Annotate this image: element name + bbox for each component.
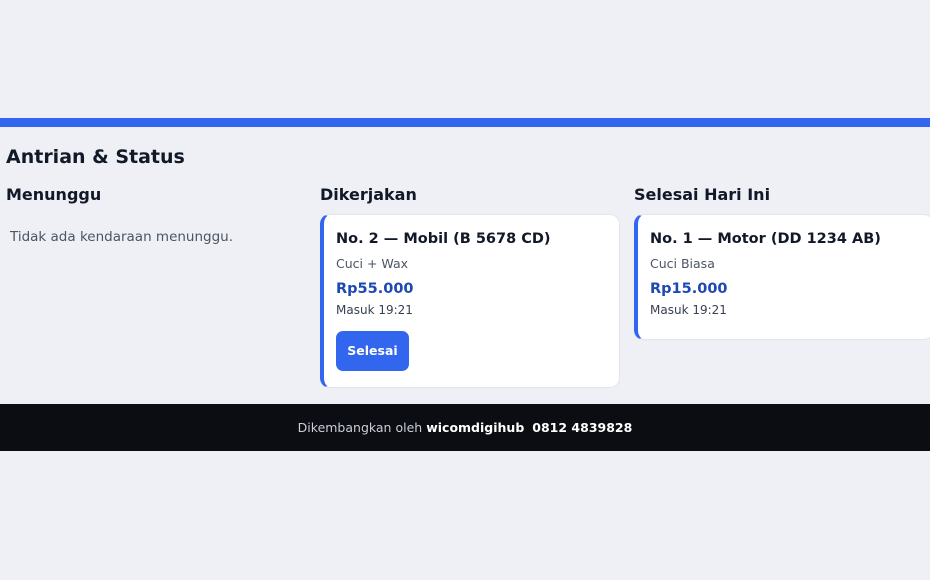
column-title-working: Dikerjakan	[320, 185, 417, 204]
column-done: Selesai Hari Ini No. 1 — Motor (DD 1234 …	[634, 184, 930, 340]
page: Antrian & Status Menunggu Tidak ada kend…	[0, 0, 930, 580]
card-price: Rp15.000	[650, 281, 728, 297]
footer-brand: wicomdigihub	[426, 420, 525, 435]
card-time: Masuk 19:21	[336, 303, 413, 317]
queue-card: No. 2 — Mobil (B 5678 CD) Cuci + Wax Rp5…	[320, 214, 620, 388]
card-service: Cuci Biasa	[650, 256, 715, 271]
footer: Dikembangkan oleh wicomdigihub 0812 4839…	[0, 404, 930, 451]
card-time: Masuk 19:21	[650, 303, 727, 317]
card-service: Cuci + Wax	[336, 256, 409, 271]
column-title-done: Selesai Hari Ini	[634, 185, 771, 204]
queue-card: No. 1 — Motor (DD 1234 AB) Cuci Biasa Rp…	[634, 214, 930, 340]
card-price: Rp55.000	[336, 281, 414, 297]
empty-queue-message: Tidak ada kendaraan menunggu.	[10, 229, 234, 245]
footer-phone: 0812 4839828	[532, 420, 633, 435]
column-waiting: Menunggu Tidak ada kendaraan menunggu.	[6, 184, 306, 245]
column-working: Dikerjakan No. 2 — Mobil (B 5678 CD) Cuc…	[320, 184, 620, 388]
column-title-waiting: Menunggu	[6, 185, 102, 204]
footer-prefix: Dikembangkan oleh	[297, 420, 423, 435]
card-title: No. 1 — Motor (DD 1234 AB)	[650, 231, 881, 247]
section-title: Antrian & Status	[6, 146, 185, 168]
accent-bar	[0, 118, 930, 127]
finish-button[interactable]: Selesai	[336, 331, 409, 371]
card-title: No. 2 — Mobil (B 5678 CD)	[336, 231, 551, 247]
